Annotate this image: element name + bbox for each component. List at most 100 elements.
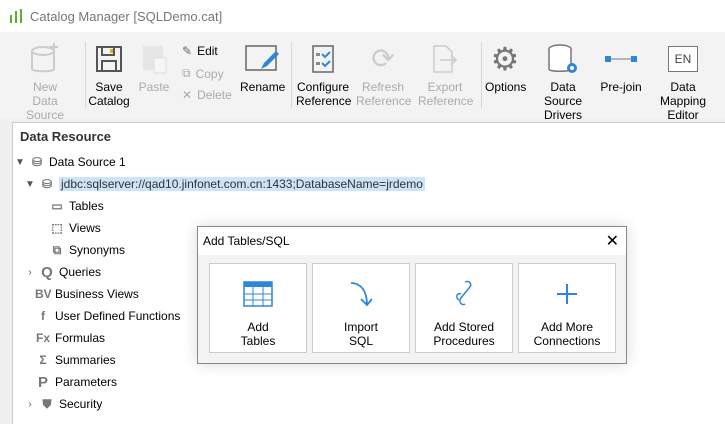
pre-join-button[interactable]: Pre-join xyxy=(600,42,642,94)
business-view-icon: BV xyxy=(35,287,52,301)
tree-item-summaries[interactable]: Σ Summaries xyxy=(35,350,116,370)
label: Data Mapping xyxy=(659,80,707,108)
tree-item-synonyms[interactable]: ⧉ Synonyms xyxy=(49,240,125,260)
label: Catalog xyxy=(88,94,130,108)
table-grid-icon xyxy=(210,274,306,314)
close-icon[interactable]: ✕ xyxy=(606,231,619,251)
tree-item-udf[interactable]: f User Defined Functions xyxy=(35,306,180,326)
database-add-icon xyxy=(12,42,78,76)
divider xyxy=(85,42,86,108)
label: Options xyxy=(485,80,527,94)
add-more-connections-button[interactable]: Add More Connections xyxy=(518,263,616,353)
sigma-icon: Σ xyxy=(39,353,47,367)
database-icon: ⛁ xyxy=(31,155,43,169)
label: Import xyxy=(343,320,378,334)
label: Tables xyxy=(240,334,276,348)
chevron-right-icon[interactable]: › xyxy=(25,267,35,278)
label: Queries xyxy=(59,265,102,279)
tree-item-parameters[interactable]: P Parameters xyxy=(35,372,117,392)
checklist-icon xyxy=(296,42,350,76)
language-icon: EN xyxy=(667,46,699,72)
title-bar: Catalog Manager [SQLDemo.cat] xyxy=(0,0,725,32)
label: New xyxy=(32,80,57,94)
label: Connections xyxy=(533,334,601,348)
divider xyxy=(291,42,292,108)
label: Edit xyxy=(197,44,218,58)
toolbar: New Data Source Save Catalog Paste ✎ Edit ⧉… xyxy=(0,32,725,122)
formula-icon: Fx xyxy=(35,331,50,345)
parameter-icon: P xyxy=(37,373,48,391)
refresh-icon: ⟳ xyxy=(371,43,395,74)
label: Delete xyxy=(197,88,232,102)
link-icon xyxy=(600,42,642,76)
tree-item-security[interactable]: › ⛊ Security xyxy=(25,394,102,414)
tree-item-data-source[interactable]: ▼ ⛁ Data Source 1 xyxy=(15,152,126,172)
chevron-down-icon[interactable]: ▼ xyxy=(15,157,25,168)
paste-button[interactable]: Paste xyxy=(136,42,172,94)
new-data-source-button[interactable]: New Data Source xyxy=(12,42,78,122)
data-mapping-editor-button[interactable]: EN Data Mapping Editor xyxy=(647,42,719,122)
export-icon xyxy=(418,42,472,76)
label: Export xyxy=(427,80,463,94)
label: Summaries xyxy=(55,353,116,367)
tree-item-formulas[interactable]: Fx Formulas xyxy=(35,328,105,348)
tree-item-tables[interactable]: ▭ Tables xyxy=(49,196,104,216)
rename-button[interactable]: Rename xyxy=(240,42,285,94)
tree-item-queries[interactable]: › Q Queries xyxy=(25,262,101,282)
scroll-icon xyxy=(416,274,512,314)
label: Pre-join xyxy=(600,80,642,94)
configure-reference-button[interactable]: Configure Reference xyxy=(296,42,352,108)
synonym-icon: ⧉ xyxy=(52,242,62,257)
app-logo-icon xyxy=(10,9,22,23)
label: Reference xyxy=(296,94,352,108)
save-catalog-button[interactable]: Save Catalog xyxy=(88,42,130,108)
options-button[interactable]: ⚙ Options xyxy=(485,41,527,94)
edit-button[interactable]: ✎ Edit xyxy=(182,44,218,58)
export-reference-button[interactable]: Export Reference xyxy=(418,42,474,108)
add-stored-procedures-button[interactable]: Add Stored Procedures xyxy=(415,263,513,353)
label: Add More xyxy=(540,320,594,334)
label: jdbc:sqlserver://qad10.jinfonet.com.cn:1… xyxy=(59,177,425,191)
label: Formulas xyxy=(55,331,106,345)
tree-item-views[interactable]: ⬚ Views xyxy=(49,218,100,238)
plus-icon xyxy=(519,274,615,314)
function-icon: f xyxy=(41,309,45,323)
pencil-icon: ✎ xyxy=(182,44,193,58)
label: SQL xyxy=(348,334,373,348)
label: Tables xyxy=(69,199,104,213)
label: Refresh xyxy=(361,80,405,94)
label: Business Views xyxy=(55,287,139,301)
label: User Defined Functions xyxy=(55,309,181,323)
copy-button[interactable]: ⧉ Copy xyxy=(182,66,224,81)
label: Reference xyxy=(418,94,474,108)
gear-icon: ⚙ xyxy=(490,41,520,77)
data-source-drivers-button[interactable]: Data Source Drivers xyxy=(532,42,594,122)
divider xyxy=(481,42,482,108)
query-icon: Q xyxy=(41,263,53,281)
add-tables-button[interactable]: Add Tables xyxy=(209,263,307,353)
label: Reference xyxy=(356,94,412,108)
label: Parameters xyxy=(55,375,118,389)
window-title: Catalog Manager [SQLDemo.cat] xyxy=(30,8,223,24)
label: Paste xyxy=(138,80,170,94)
label: Drivers xyxy=(544,108,582,122)
import-sql-button[interactable]: Import SQL xyxy=(312,263,410,353)
label: Add xyxy=(247,320,269,334)
rename-icon xyxy=(240,42,284,76)
label: Configure xyxy=(296,80,350,94)
import-arrow-icon xyxy=(313,274,409,314)
tree-item-business-views[interactable]: BV Business Views xyxy=(35,284,139,304)
dialog-title: Add Tables/SQL xyxy=(203,234,290,248)
label: Add Stored xyxy=(433,320,495,334)
delete-icon: ✕ xyxy=(182,88,193,102)
label: Copy xyxy=(195,66,224,81)
chevron-down-icon[interactable]: ▼ xyxy=(25,179,35,190)
label: Data Source xyxy=(543,80,583,108)
label: Data Source 1 xyxy=(49,155,126,169)
refresh-reference-button[interactable]: ⟳ Refresh Reference xyxy=(356,42,412,109)
add-tables-sql-dialog: Add Tables/SQL ✕ Add Tables Import SQL Add … xyxy=(197,226,627,364)
delete-button[interactable]: ✕ Delete xyxy=(182,88,232,102)
tree-item-connection[interactable]: ▼ ⛁ jdbc:sqlserver://qad10.jinfonet.com.cn… xyxy=(25,174,425,194)
chevron-right-icon[interactable]: › xyxy=(25,399,35,410)
shield-icon: ⛊ xyxy=(42,396,52,411)
